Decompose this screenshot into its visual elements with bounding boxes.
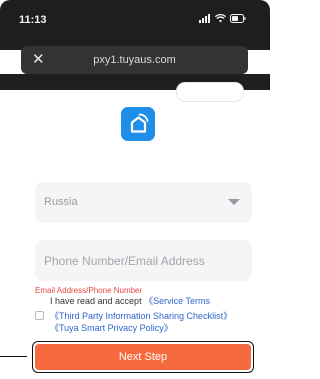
callout-pointer-line [0,356,27,357]
country-select[interactable]: Russia [35,182,252,223]
caret-down-icon [228,199,240,205]
next-step-button[interactable]: Next Step [32,341,254,373]
sharing-checklist-link[interactable]: 《Third Party Information Sharing Checkli… [50,310,232,322]
smart-home-icon [121,107,155,141]
status-icons [199,14,246,23]
agreement-text: I have read and accept [50,296,142,306]
status-bar: 11:13 [0,0,270,50]
agreement-checkbox[interactable] [35,311,44,320]
account-error-text: Email Address/Phone Number [35,286,143,295]
battery-icon [230,14,246,23]
clock: 11:13 [19,14,47,26]
privacy-policy-link[interactable]: 《Tuya Smart Privacy Policy》 [50,322,173,334]
language-selector-pill[interactable] [176,82,244,102]
phone-screen: 11:13 ✕ pxy1.tuyaus.com Russia Phone Num… [0,0,270,379]
service-terms-link[interactable]: 《Service Terms [144,296,210,306]
browser-url-bar[interactable]: ✕ pxy1.tuyaus.com [21,46,248,74]
agreement-line: I have read and accept 《Service Terms [50,295,210,307]
url-text: pxy1.tuyaus.com [93,54,176,66]
wifi-icon [215,14,226,23]
account-input[interactable] [35,240,252,281]
country-value: Russia [44,196,78,208]
signal-icon [199,14,210,23]
next-step-label: Next Step [35,344,251,370]
